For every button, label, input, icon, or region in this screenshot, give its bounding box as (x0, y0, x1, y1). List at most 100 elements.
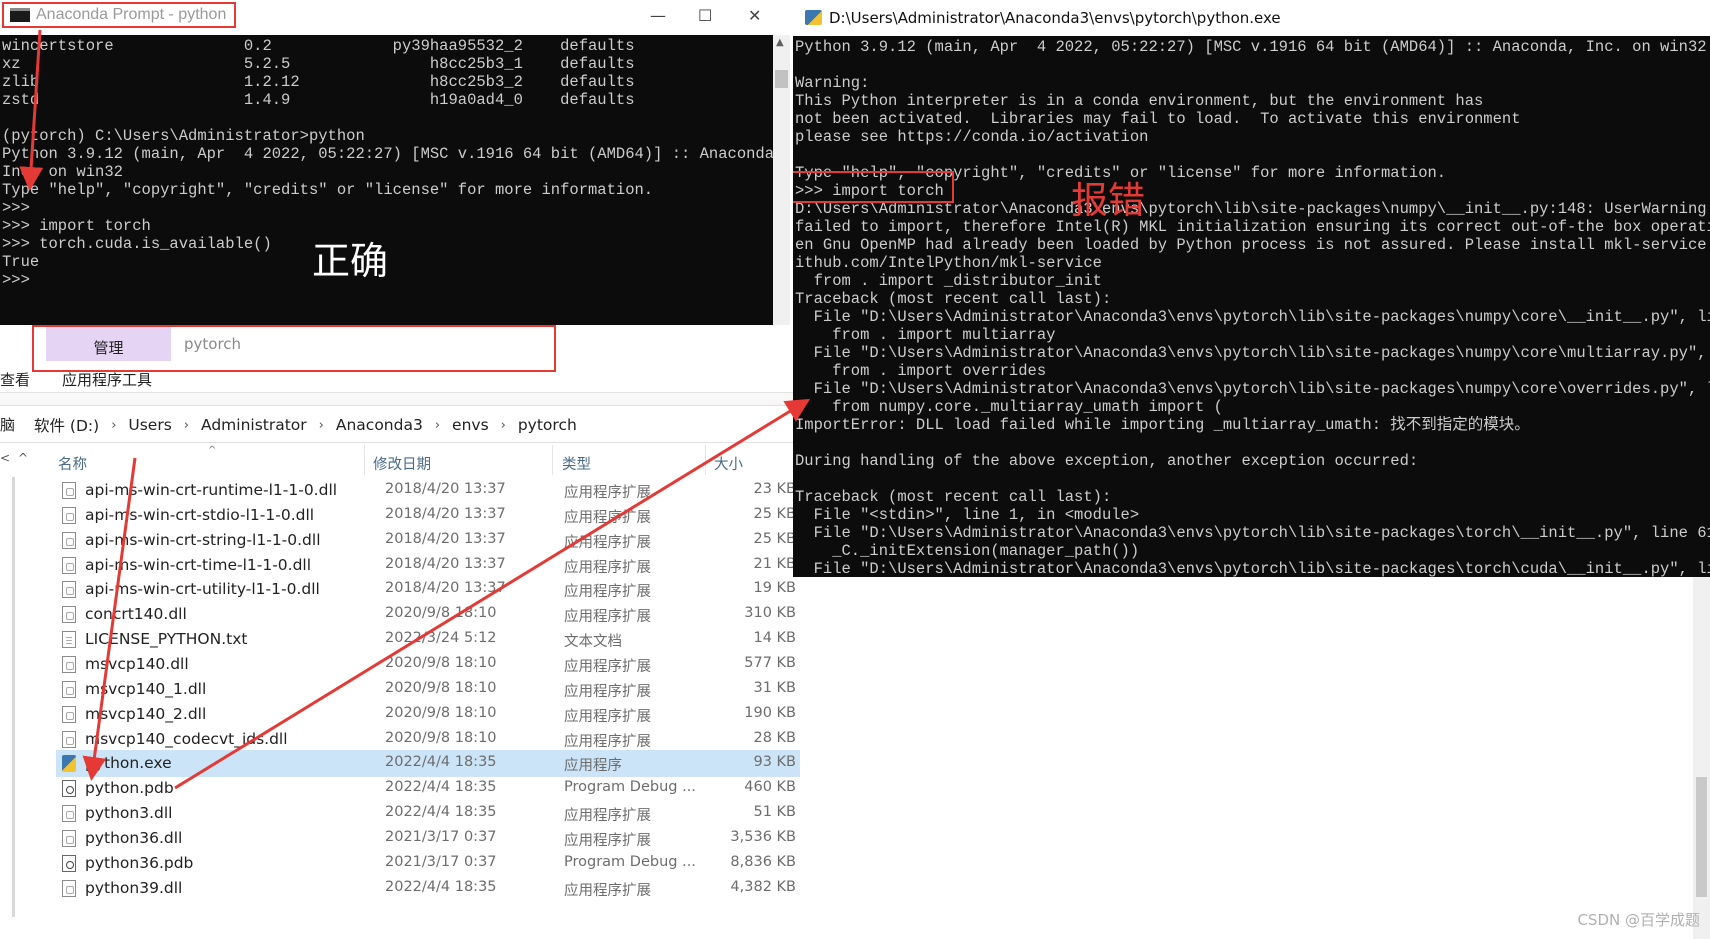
file-type: 应用程序扩展 (564, 609, 651, 626)
anaconda-prompt-titlebar[interactable]: Anaconda Prompt - python — ☐ ✕ (0, 0, 780, 35)
breadcrumb-item[interactable]: Anaconda3 (336, 416, 423, 434)
python-icon (805, 10, 822, 25)
file-name: api-ms-win-crt-stdio-l1-1-0.dll (85, 505, 315, 524)
file-size: 25 KB (753, 530, 796, 547)
column-header-date[interactable]: 修改日期 (373, 453, 431, 474)
file-size: 8,836 KB (730, 853, 796, 870)
console-line: zlib 1.2.12 h8cc25b3_2 defaults (2, 73, 635, 91)
file-explorer-window: 管理 pytorch 查看 应用程序工具 脑 软件 (D:) › Users › Adm… (0, 325, 800, 939)
column-header-size[interactable]: 大小 (714, 453, 743, 474)
file-row[interactable]: api-ms-win-crt-string-l1-1-0.dll 2018/4/2… (56, 527, 800, 554)
title-highlight-box: Anaconda Prompt - python (2, 2, 236, 28)
breadcrumb-item[interactable]: envs (452, 416, 489, 434)
minimize-button[interactable]: — (650, 6, 666, 25)
file-row[interactable]: python36.pdb 2021/3/17 0:37 Program Debug … (56, 850, 800, 877)
file-dll-icon (62, 606, 76, 624)
file-date: 2018/4/20 13:37 (385, 530, 506, 547)
file-row[interactable]: api-ms-win-crt-runtime-l1-1-0.dll 2018/4/… (56, 477, 800, 504)
file-date: 2018/4/20 13:37 (385, 481, 506, 497)
chevron-right-icon[interactable]: › (435, 418, 440, 433)
console-line: True (2, 253, 40, 271)
scrollbar-thumb[interactable] (775, 70, 788, 88)
file-type: 应用程序扩展 (564, 683, 651, 700)
file-size: 310 KB (744, 605, 796, 622)
chevron-right-icon[interactable]: › (319, 418, 324, 433)
file-date: 2020/9/8 18:10 (385, 704, 497, 721)
breadcrumb-item[interactable]: 软件 (D:) (34, 414, 99, 436)
file-row[interactable]: python3.dll 2022/4/4 18:35 应用程序扩展 51 KB (56, 800, 800, 827)
file-row[interactable]: python39.dll 2022/4/4 18:35 应用程序扩展 4,382 KB (56, 875, 800, 902)
file-size: 21 KB (753, 555, 796, 572)
page-scrollbar[interactable] (1693, 577, 1710, 939)
file-row[interactable]: python.pdb 2022/4/4 18:35 Program Debug ..… (56, 775, 800, 802)
console-scrollbar[interactable]: ▲ (773, 35, 790, 325)
chevron-right-icon[interactable]: › (111, 418, 116, 433)
breadcrumb-item[interactable]: Administrator (201, 416, 307, 434)
nav-scroll-track[interactable] (12, 477, 15, 917)
file-name: python36.dll (85, 828, 183, 847)
file-name: concrt140.dll (85, 605, 187, 624)
file-size: 19 KB (753, 580, 796, 597)
column-divider[interactable] (552, 445, 553, 475)
file-type: 应用程序扩展 (564, 658, 651, 675)
file-dll-icon (62, 730, 76, 748)
column-header-name[interactable]: 名称 (58, 453, 87, 474)
maximize-button[interactable]: ☐ (698, 6, 712, 25)
chevron-left-icon[interactable]: < (0, 451, 10, 465)
console-line: This Python interpreter is in a conda en… (795, 92, 1484, 110)
file-date: 2021/3/17 0:37 (385, 828, 497, 845)
file-row[interactable]: msvcp140_1.dll 2020/9/8 18:10 应用程序扩展 31 KB (56, 676, 800, 703)
file-date: 2021/3/17 0:37 (385, 853, 497, 870)
ribbon-body (0, 393, 800, 405)
close-button[interactable]: ✕ (748, 6, 761, 25)
file-name: python.pdb (85, 779, 174, 798)
file-date: 2020/9/8 18:10 (385, 679, 497, 696)
address-highlight-box (32, 325, 556, 372)
file-row[interactable]: msvcp140_2.dll 2020/9/8 18:10 应用程序扩展 190 KB (56, 701, 800, 728)
file-row[interactable]: python.exe 2022/4/4 18:35 应用程序 93 KB (56, 750, 800, 778)
scrollbar-thumb[interactable] (1696, 777, 1707, 897)
python-console-titlebar[interactable]: D:\Users\Administrator\Anaconda3\envs\py… (793, 0, 1710, 36)
console-line: Python 3.9.12 (main, Apr 4 2022, 05:22:2… (795, 38, 1707, 56)
file-row[interactable]: concrt140.dll 2020/9/8 18:10 应用程序扩展 310 KB (56, 601, 800, 628)
tab-application-tools[interactable]: 应用程序工具 (62, 369, 152, 390)
console-line: xz 5.2.5 h8cc25b3_1 defaults (2, 55, 635, 73)
column-divider[interactable] (705, 445, 706, 475)
chevron-up-icon[interactable]: ^ (18, 451, 28, 465)
file-name: api-ms-win-crt-utility-l1-1-0.dll (85, 580, 320, 599)
console-line: from numpy.core._multiarray_umath import… (795, 398, 1223, 416)
file-row[interactable]: msvcp140.dll 2020/9/8 18:10 应用程序扩展 577 KB (56, 651, 800, 678)
file-size: 460 KB (744, 779, 796, 796)
file-row[interactable]: msvcp140_codecvt_ids.dll 2020/9/8 18:10 应用… (56, 726, 800, 753)
console-line: Traceback (most recent call last): (795, 290, 1112, 308)
console-line: not been activated. Libraries may fail t… (795, 110, 1521, 128)
nav-pane-scrollbar[interactable]: < ^ (0, 445, 34, 939)
file-row[interactable]: python36.dll 2021/3/17 0:37 应用程序扩展 3,536 KB (56, 825, 800, 852)
tab-view[interactable]: 查看 (0, 369, 30, 390)
console-line: >>> torch.cuda.is_available() (2, 235, 272, 253)
file-date: 2020/9/8 18:10 (385, 605, 497, 622)
console-line: ImportError: DLL load failed while impor… (795, 416, 1530, 434)
scroll-up-icon[interactable]: ▲ (776, 37, 784, 48)
file-row[interactable]: api-ms-win-crt-stdio-l1-1-0.dll 2018/4/20… (56, 502, 800, 529)
file-pdb-icon (62, 854, 76, 872)
file-size: 93 KB (753, 754, 796, 771)
console-output[interactable]: File "D:\Users\Administrator\Anaconda3\e… (793, 36, 1710, 577)
sort-caret-icon[interactable]: ^ (208, 445, 216, 456)
chevron-right-icon[interactable]: › (184, 418, 189, 433)
breadcrumb-item[interactable]: Users (128, 416, 171, 434)
column-divider[interactable] (364, 445, 365, 475)
address-bar[interactable]: 脑 软件 (D:) › Users › Administrator › Anaconda3 ›… (0, 405, 800, 443)
column-header-type[interactable]: 类型 (562, 453, 591, 474)
file-txt-icon (62, 631, 76, 649)
file-row[interactable]: api-ms-win-crt-time-l1-1-0.dll 2018/4/20 … (56, 552, 800, 579)
console-line: Warning: (795, 74, 870, 92)
breadcrumb-item[interactable]: pytorch (518, 416, 577, 434)
file-date: 2022/4/4 18:35 (385, 754, 497, 771)
file-row[interactable]: LICENSE_PYTHON.txt 2022/3/24 5:12 文本文档 14 K… (56, 626, 800, 653)
file-name: python3.dll (85, 804, 173, 823)
file-row[interactable]: api-ms-win-crt-utility-l1-1-0.dll 2018/4/… (56, 576, 800, 603)
chevron-right-icon[interactable]: › (501, 418, 506, 433)
console-line: File "<stdin>", line 1, in <module> (795, 506, 1140, 524)
console-line: During handling of the above exception, … (795, 452, 1419, 470)
